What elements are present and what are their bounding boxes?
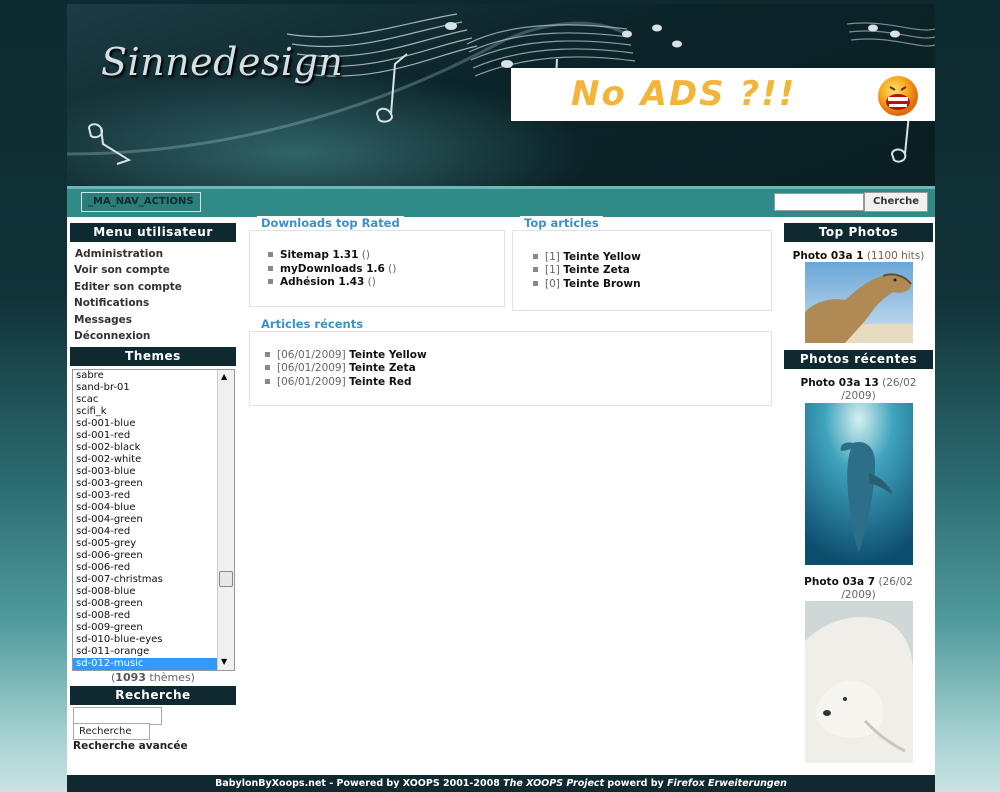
- article-link[interactable]: Teinte Red: [349, 376, 411, 388]
- nav-actions-button[interactable]: _MA_NAV_ACTIONS: [81, 192, 201, 212]
- theme-count: (1093 thèmes): [111, 671, 195, 684]
- theme-option[interactable]: sd-005-grey: [73, 538, 234, 550]
- photo-caption: Photo 03a 13 (26/02/2009): [800, 377, 917, 402]
- menu-link-administration[interactable]: Administration: [75, 248, 163, 260]
- theme-option[interactable]: scac: [73, 394, 234, 406]
- list-item: [1] Teinte Yellow: [533, 251, 641, 263]
- article-link[interactable]: Teinte Zeta: [563, 264, 630, 276]
- menu-link-view-account[interactable]: Voir son compte: [74, 264, 170, 276]
- theme-option[interactable]: sd-004-green: [73, 514, 234, 526]
- article-link[interactable]: Teinte Zeta: [349, 362, 416, 374]
- theme-option[interactable]: sd-006-red: [73, 562, 234, 574]
- theme-option[interactable]: sd-010-blue-eyes: [73, 634, 234, 646]
- themes-title: Themes: [70, 347, 236, 366]
- list-item: [0] Teinte Brown: [533, 278, 641, 290]
- menu-link-messages[interactable]: Messages: [74, 314, 132, 326]
- menu-link-logout[interactable]: Déconnexion: [74, 330, 150, 342]
- recent-photos-title: Photos récentes: [784, 350, 933, 369]
- top-photos-title: Top Photos: [784, 223, 933, 242]
- nav-search-button[interactable]: Cherche: [864, 192, 928, 212]
- download-link[interactable]: Adhésion 1.43: [280, 276, 364, 288]
- theme-option[interactable]: sd-004-blue: [73, 502, 234, 514]
- theme-count-label: thèmes): [145, 671, 195, 684]
- recent-articles-title: Articles récents: [257, 317, 368, 331]
- theme-option[interactable]: sd-011-orange: [73, 646, 234, 658]
- article-link[interactable]: Teinte Brown: [563, 278, 640, 290]
- theme-select-list[interactable]: sabre sand-br-01 scac scifi_k sd-001-blue sd-…: [72, 369, 235, 671]
- bullet-icon: [268, 251, 273, 257]
- theme-option[interactable]: sd-012-music: [73, 658, 234, 670]
- bullet-icon: [533, 266, 538, 272]
- theme-option[interactable]: sd-002-black: [73, 442, 234, 454]
- download-link[interactable]: Sitemap 1.31: [280, 249, 358, 261]
- page-container: Sinnedesign No ADS ?!! _MA_NAV_ACTIONS C…: [67, 4, 935, 792]
- shouting-smiley-icon: [878, 76, 918, 116]
- theme-option[interactable]: sd-006-green: [73, 550, 234, 562]
- theme-option[interactable]: sd-008-blue: [73, 586, 234, 598]
- ad-banner[interactable]: No ADS ?!!: [511, 68, 935, 121]
- site-footer: BabylonByXoops.net - Powered by XOOPS 20…: [67, 775, 935, 792]
- theme-option[interactable]: sd-004-red: [73, 526, 234, 538]
- camel-photo[interactable]: [805, 262, 913, 343]
- list-item: Sitemap 1.31 (): [268, 249, 370, 261]
- site-title[interactable]: Sinnedesign: [101, 40, 343, 84]
- banner-text: No ADS ?!!: [571, 74, 797, 114]
- photo-caption: Photo 03a 7 (26/02/2009): [804, 576, 913, 601]
- theme-option[interactable]: sd-008-green: [73, 598, 234, 610]
- main-navbar: _MA_NAV_ACTIONS Cherche: [67, 186, 935, 217]
- list-item: [1] Teinte Zeta: [533, 264, 630, 276]
- theme-count-number: 1093: [115, 671, 146, 684]
- theme-option[interactable]: sd-009-green: [73, 622, 234, 634]
- theme-list-scrollbar[interactable]: ▲ ▼: [217, 370, 234, 670]
- theme-option[interactable]: sd-003-red: [73, 490, 234, 502]
- list-item: [06/01/2009] Teinte Yellow: [265, 349, 427, 361]
- search-block-title: Recherche: [70, 686, 236, 705]
- theme-option[interactable]: sand-br-01: [73, 382, 234, 394]
- theme-option[interactable]: sd-003-green: [73, 478, 234, 490]
- list-item: Adhésion 1.43 (): [268, 276, 376, 288]
- search-button[interactable]: Recherche: [73, 723, 150, 740]
- site-header: Sinnedesign No ADS ?!!: [67, 4, 935, 186]
- theme-option[interactable]: sd-002-white: [73, 454, 234, 466]
- nav-search-input[interactable]: [774, 193, 864, 211]
- theme-option[interactable]: sd-001-blue: [73, 418, 234, 430]
- list-item: myDownloads 1.6 (): [268, 263, 396, 275]
- downloads-top-rated-title: Downloads top Rated: [257, 216, 404, 230]
- bullet-icon: [533, 253, 538, 259]
- theme-option[interactable]: sd-008-red: [73, 610, 234, 622]
- firefox-link[interactable]: Firefox Erweiterungen: [667, 778, 787, 789]
- theme-option[interactable]: sabre: [73, 370, 234, 382]
- theme-option[interactable]: scifi_k: [73, 406, 234, 418]
- article-link[interactable]: Teinte Yellow: [349, 349, 427, 361]
- bullet-icon: [265, 351, 270, 357]
- theme-options: sabre sand-br-01 scac scifi_k sd-001-blue sd-…: [73, 370, 234, 670]
- dolphin-photo[interactable]: [805, 403, 913, 565]
- bullet-icon: [265, 378, 270, 384]
- xoops-project-link[interactable]: The XOOPS Project: [503, 778, 604, 789]
- menu-link-edit-account[interactable]: Editer son compte: [74, 281, 182, 293]
- bullet-icon: [265, 364, 270, 370]
- scroll-thumb[interactable]: [219, 571, 233, 587]
- advanced-search-link[interactable]: Recherche avancée: [73, 740, 188, 752]
- bullet-icon: [268, 265, 273, 271]
- article-link[interactable]: Teinte Yellow: [563, 251, 641, 263]
- menu-link-notifications[interactable]: Notifications: [74, 297, 149, 309]
- theme-option[interactable]: sd-003-blue: [73, 466, 234, 478]
- theme-option[interactable]: sd-001-red: [73, 430, 234, 442]
- bullet-icon: [533, 280, 538, 286]
- scroll-down-arrow-icon[interactable]: ▼: [221, 657, 227, 666]
- scroll-up-arrow-icon[interactable]: ▲: [221, 372, 227, 381]
- list-item: [06/01/2009] Teinte Zeta: [265, 362, 416, 374]
- bullet-icon: [268, 278, 273, 284]
- polar-bear-photo[interactable]: [805, 601, 913, 763]
- download-link[interactable]: myDownloads 1.6: [280, 263, 385, 275]
- theme-option[interactable]: sd-007-christmas: [73, 574, 234, 586]
- list-item: [06/01/2009] Teinte Red: [265, 376, 412, 388]
- top-articles-title: Top articles: [520, 216, 603, 230]
- user-menu-title: Menu utilisateur: [70, 223, 236, 242]
